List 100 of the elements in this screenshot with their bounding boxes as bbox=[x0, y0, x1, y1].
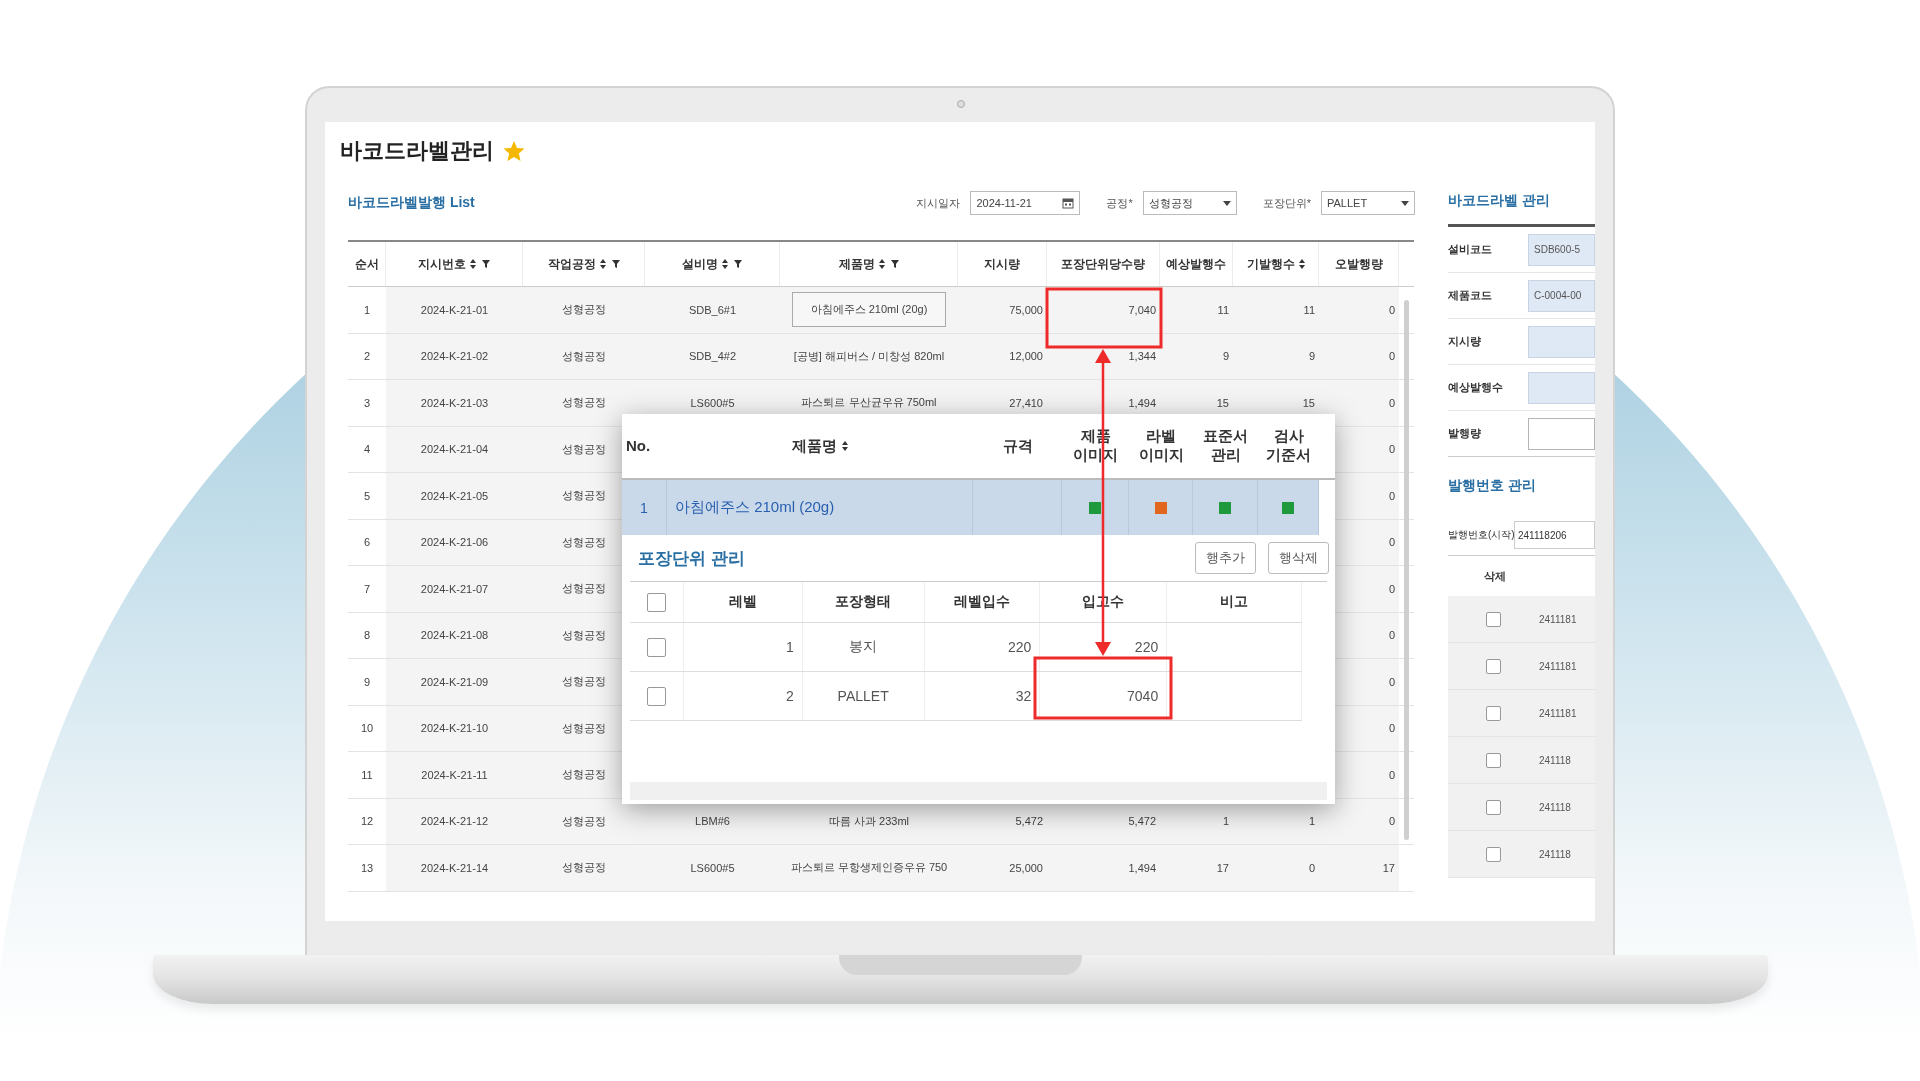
checkbox[interactable] bbox=[1486, 611, 1501, 627]
table-cell: 성형공정 bbox=[562, 581, 606, 597]
scrollbar[interactable] bbox=[1404, 300, 1409, 840]
table-cell: 파스퇴르 무항생제인증우유 750 bbox=[790, 860, 948, 876]
select-field[interactable]: 성형공정 bbox=[1142, 191, 1237, 215]
table-cell: 241118 bbox=[1539, 754, 1571, 766]
filter-label: 포장단위* bbox=[1262, 195, 1311, 211]
table-cell: 2024-K-21-05 bbox=[420, 489, 489, 502]
header-cell[interactable]: 기발행수 bbox=[1233, 242, 1319, 286]
table-cell: 7040 bbox=[1127, 688, 1159, 704]
table-cell: 25,000 bbox=[1009, 861, 1043, 874]
checkbox[interactable] bbox=[646, 686, 666, 706]
table-cell: 0 bbox=[1388, 443, 1395, 456]
table-cell: 성형공정 bbox=[562, 860, 606, 876]
filter-icon[interactable] bbox=[611, 260, 620, 268]
input-field[interactable]: SDB600-5 bbox=[1528, 233, 1595, 266]
filter-icon[interactable] bbox=[734, 260, 742, 268]
table-cell: 0 bbox=[1308, 861, 1315, 874]
table-cell: 1,494 bbox=[1128, 396, 1156, 409]
checkbox[interactable] bbox=[1486, 799, 1501, 815]
filter-icon[interactable] bbox=[890, 260, 899, 268]
input-field[interactable] bbox=[1528, 417, 1595, 450]
table-cell: 1 bbox=[1222, 815, 1229, 828]
table-cell: 75,000 bbox=[1009, 303, 1043, 316]
field-label: 지시량 bbox=[1448, 334, 1482, 349]
table-cell: 성형공정 bbox=[562, 441, 606, 457]
row-button[interactable]: 행추가 bbox=[1195, 542, 1256, 574]
column-header: 표준서 관리 bbox=[1202, 427, 1249, 465]
table-cell: 0 bbox=[1388, 396, 1395, 409]
input-field[interactable] bbox=[1528, 325, 1595, 358]
table-cell: 성형공정 bbox=[562, 813, 606, 829]
page-title: 바코드라벨관리 bbox=[340, 137, 494, 165]
table-cell: 5,472 bbox=[1128, 815, 1156, 828]
checkbox[interactable] bbox=[1486, 658, 1501, 674]
list-title: 바코드라벨발행 List bbox=[348, 194, 475, 212]
checkbox[interactable] bbox=[1486, 752, 1501, 768]
table-cell: 1,344 bbox=[1128, 350, 1156, 363]
calendar-icon[interactable] bbox=[1062, 197, 1075, 209]
star-icon[interactable] bbox=[502, 139, 526, 163]
product-link[interactable]: 아침에주스 210ml (20g) bbox=[675, 498, 835, 517]
date-field[interactable]: 2024-11-21 bbox=[970, 191, 1081, 215]
table-cell: 1 bbox=[1308, 815, 1315, 828]
filter-icon[interactable] bbox=[482, 260, 490, 268]
column-header: 검사 기준서 bbox=[1265, 427, 1312, 465]
field-label: 설비코드 bbox=[1448, 242, 1493, 257]
table-cell: 2024-K-21-06 bbox=[420, 536, 489, 549]
header-cell[interactable]: 순서 bbox=[348, 242, 386, 286]
row-button[interactable]: 행삭제 bbox=[1268, 542, 1329, 574]
checkbox[interactable] bbox=[646, 592, 666, 612]
header-cell[interactable]: 설비명 bbox=[645, 242, 780, 286]
checkbox[interactable] bbox=[1486, 705, 1501, 721]
product-row[interactable]: 1 아침에주스 210ml (20g) bbox=[622, 480, 1319, 535]
table-cell: 27,410 bbox=[1009, 396, 1043, 409]
table-cell: 12,000 bbox=[1009, 350, 1043, 363]
table-cell: 아침에주스 210ml (20g) bbox=[791, 292, 947, 328]
table-cell: 241118 bbox=[1539, 848, 1571, 860]
checkbox[interactable] bbox=[646, 637, 666, 657]
table-cell: 3 bbox=[363, 396, 371, 409]
sort-icon[interactable] bbox=[470, 259, 476, 269]
header-cell[interactable]: 제품명 bbox=[780, 242, 958, 286]
table-cell: SDB_6#1 bbox=[688, 303, 737, 316]
caret-icon bbox=[1401, 200, 1409, 206]
header-cell[interactable]: 지시량 bbox=[958, 242, 1047, 286]
table-cell: 9 bbox=[1308, 350, 1315, 363]
table-cell: 0 bbox=[1388, 722, 1395, 735]
table-cell: PALLET bbox=[837, 688, 889, 704]
header-cell[interactable]: 지시번호 bbox=[386, 242, 523, 286]
table-cell: 2024-K-21-08 bbox=[420, 629, 489, 642]
checkbox[interactable] bbox=[1486, 846, 1501, 862]
sort-icon[interactable] bbox=[878, 259, 885, 269]
table-cell: 220 bbox=[1134, 639, 1159, 655]
input-field[interactable]: 241118206 bbox=[1514, 521, 1595, 549]
table-cell: 17 bbox=[1216, 861, 1229, 874]
header-cell[interactable]: 오발행량 bbox=[1319, 242, 1399, 286]
table-cell: 6 bbox=[363, 536, 371, 549]
table-cell: 봉지 bbox=[849, 638, 878, 656]
table-cell: 1 bbox=[785, 639, 794, 655]
field-label: 제품코드 bbox=[1448, 288, 1493, 303]
input-field[interactable]: C-0004-00 bbox=[1528, 279, 1595, 312]
column-header: 작업공정 bbox=[547, 255, 596, 273]
sort-icon[interactable] bbox=[1298, 259, 1305, 269]
table-cell: 1,494 bbox=[1128, 861, 1156, 874]
sort-icon[interactable] bbox=[722, 259, 728, 269]
sort-icon[interactable] bbox=[842, 441, 848, 451]
column-header: 라벨 이미지 bbox=[1137, 427, 1185, 465]
header-cell[interactable]: 작업공정 bbox=[523, 242, 645, 286]
table-cell: 0 bbox=[1388, 815, 1395, 828]
sort-icon[interactable] bbox=[599, 259, 606, 269]
table-cell: 2024-K-21-11 bbox=[421, 768, 488, 781]
column-header: 오발행량 bbox=[1334, 255, 1383, 273]
table-cell: 성형공정 bbox=[562, 720, 606, 736]
header-cell[interactable]: 포장단위당수량 bbox=[1047, 242, 1160, 286]
table-cell: 220 bbox=[1008, 639, 1032, 655]
table-cell: 0 bbox=[1388, 675, 1395, 688]
select-field[interactable]: PALLET bbox=[1321, 191, 1415, 215]
table-cell: 2411181 bbox=[1539, 707, 1577, 719]
table-cell: 2024-K-21-12 bbox=[420, 815, 489, 828]
header-cell[interactable]: 예상발행수 bbox=[1160, 242, 1233, 286]
input-field[interactable] bbox=[1528, 371, 1595, 404]
table-cell: 파스퇴르 무산균우유 750ml bbox=[801, 395, 937, 411]
